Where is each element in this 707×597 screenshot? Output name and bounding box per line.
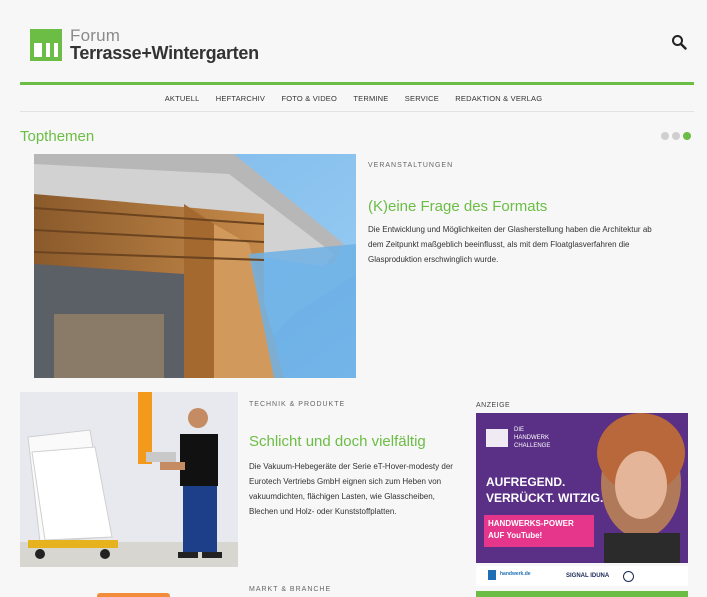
nav-item-heftarchiv[interactable]: Heftarchiv xyxy=(216,94,265,103)
section-title: Topthemen xyxy=(20,128,95,145)
feature-image-vacuum-lifter[interactable] xyxy=(20,392,238,567)
nav-item-service[interactable]: Service xyxy=(405,94,439,103)
search-icon[interactable] xyxy=(671,34,687,50)
feature-2-category[interactable]: Technik & Produkte xyxy=(249,401,345,408)
logo-mark-icon xyxy=(30,29,62,61)
carousel-dot-1[interactable] xyxy=(661,132,669,140)
feature-1-category[interactable]: Veranstaltungen xyxy=(368,162,453,169)
ad-label: Anzeige xyxy=(476,402,511,409)
ad-badge-top: DIE xyxy=(514,427,525,433)
signal-iduna-logo-icon xyxy=(623,571,634,582)
nav-item-aktuell[interactable]: Aktuell xyxy=(165,94,200,103)
ad-sponsor-2: SIGNAL IDUNA xyxy=(566,573,610,579)
feature-2-headline[interactable]: Schlicht und doch vielfältig xyxy=(249,433,426,450)
ad-cta-line-2: AUF YouTube! xyxy=(488,531,543,540)
carousel-dot-3-active[interactable] xyxy=(683,132,691,140)
feature-2-teaser: Die Vakuum-Hebegeräte der Serie eT-Hover… xyxy=(249,462,453,516)
page: Forum Terrasse+Wintergarten Aktuell Heft… xyxy=(0,0,707,597)
header-divider xyxy=(20,82,694,85)
advertisement-banner[interactable]: DIE HANDWERK CHALLENGE AUFREGEND. VERRÜC… xyxy=(476,413,688,563)
ad-bottom-bar xyxy=(476,591,688,597)
nav-item-redaktion-verlag[interactable]: Redaktion & Verlag xyxy=(455,94,542,103)
ad-sponsor-1: handwerk.de xyxy=(500,571,531,577)
ad-badge-bottom: CHALLENGE xyxy=(514,443,551,449)
nav-item-foto-video[interactable]: Foto & Video xyxy=(281,94,337,103)
feature-image-glass-facade[interactable] xyxy=(34,154,356,378)
ad-line-2: VERRÜCKT. WITZIG. xyxy=(486,491,604,505)
feature-1-headline[interactable]: (K)eine Frage des Formats xyxy=(368,198,547,215)
feature-1-teaser: Die Entwicklung und Möglichkeiten der Gl… xyxy=(368,225,652,264)
feature-3-category[interactable]: Markt & Branche xyxy=(249,586,331,593)
site-logo[interactable]: Forum Terrasse+Wintergarten xyxy=(30,26,270,69)
ad-sponsor-strip: handwerk.de SIGNAL IDUNA xyxy=(476,566,688,586)
logo-title-text: Terrasse+Wintergarten xyxy=(70,43,259,63)
orange-tab xyxy=(97,593,170,597)
nav-divider xyxy=(20,111,694,112)
ad-badge-mid: HANDWERK xyxy=(514,435,550,441)
carousel-dot-2[interactable] xyxy=(672,132,680,140)
nav-item-termine[interactable]: Termine xyxy=(353,94,388,103)
ad-cta-line-1: HANDWERKS-POWER xyxy=(488,519,574,528)
ad-line-1: AUFREGEND. xyxy=(486,475,566,489)
carousel-dots xyxy=(658,127,691,145)
handwerk-logo-icon xyxy=(488,570,496,580)
main-navigation: Aktuell Heftarchiv Foto & Video Termine … xyxy=(0,94,707,103)
